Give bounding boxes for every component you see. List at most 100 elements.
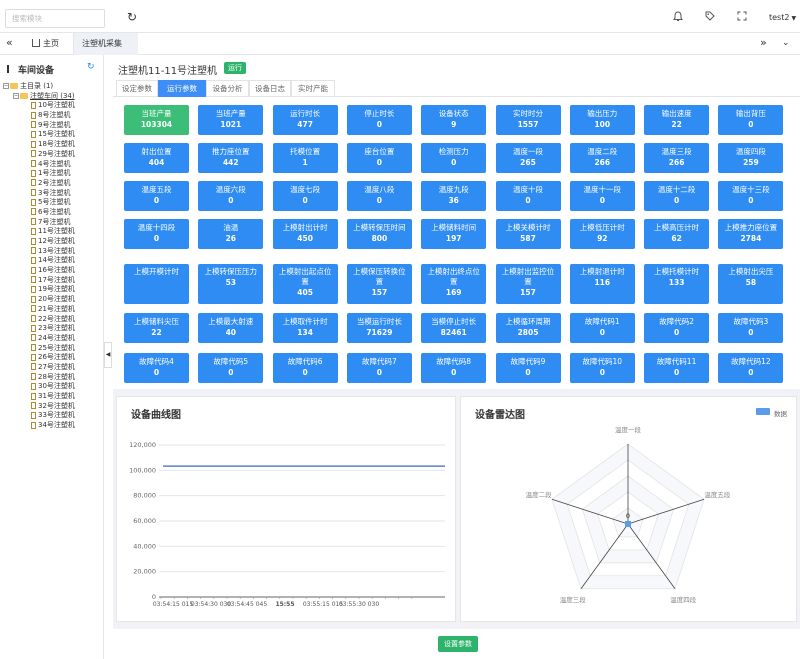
line-chart[interactable]: 0 20,000 40,000 60,000 80,000 100,000 120,000 0… [117, 397, 457, 623]
param-card[interactable]: 故障代码2 0 [644, 313, 710, 343]
tree-item-machine[interactable]: 34号注塑机 [3, 421, 103, 431]
param-card[interactable]: 故障代码12 0 [718, 353, 784, 383]
param-card[interactable]: 上模射出终点位置 169 [421, 264, 487, 304]
tree-item-machine[interactable]: 30号注塑机 [3, 382, 103, 392]
param-card[interactable]: 温度八段 0 [346, 181, 412, 211]
tree-item-machine[interactable]: 1号注塑机 [3, 169, 103, 179]
param-card[interactable]: 温度六段 0 [198, 181, 264, 211]
tree-item-machine[interactable]: 25号注塑机 [3, 344, 103, 354]
set-params-button[interactable]: 设置参数 [438, 636, 478, 652]
tree-item-machine[interactable]: 26号注塑机 [3, 353, 103, 363]
tree-item-machine[interactable]: 24号注塑机 [3, 334, 103, 344]
param-card[interactable]: 温度一段 265 [495, 143, 561, 173]
param-card[interactable]: 上模托模计时 133 [644, 264, 710, 304]
collapse-panel-handle[interactable]: ◀ [104, 342, 112, 368]
subtab-1[interactable]: 运行参数 [158, 80, 206, 97]
param-card[interactable]: 故障代码9 0 [495, 353, 561, 383]
param-card[interactable]: 当班产量 103304 [124, 105, 189, 135]
tree-item-machine[interactable]: 23号注塑机 [3, 324, 103, 334]
param-card[interactable]: 温度三段 266 [644, 143, 710, 173]
param-card[interactable]: 当班产量 1021 [198, 105, 264, 135]
tab-home[interactable]: 主页 [24, 33, 74, 55]
tree-item-machine[interactable]: 32号注塑机 [3, 402, 103, 412]
refresh-icon[interactable]: ↻ [87, 62, 95, 72]
param-card[interactable]: 温度四段 259 [718, 143, 784, 173]
param-card[interactable]: 运行时长 477 [272, 105, 338, 135]
refresh-icon[interactable]: ↻ [127, 10, 137, 24]
param-card[interactable]: 上模储料时间 197 [421, 219, 487, 249]
tree-item-machine[interactable]: 17号注塑机 [3, 276, 103, 286]
tree-item-machine[interactable]: 13号注塑机 [3, 247, 103, 257]
param-card[interactable]: 上模保压转换位置 157 [346, 264, 412, 304]
param-card[interactable]: 输出背压 0 [718, 105, 784, 135]
param-card[interactable]: 上模推力座位置 2784 [718, 219, 784, 249]
tag-icon[interactable] [705, 11, 715, 24]
param-card[interactable]: 故障代码3 0 [718, 313, 784, 343]
subtab-0[interactable]: 设定参数 [116, 80, 158, 97]
tree-item-machine[interactable]: 33号注塑机 [3, 411, 103, 421]
param-card[interactable]: 输出速度 22 [644, 105, 710, 135]
collapse-toggle-icon[interactable]: − [13, 92, 19, 99]
tree-root[interactable]: − 主目录 (1) [3, 82, 103, 92]
param-card[interactable]: 推力座位置 442 [198, 143, 264, 173]
param-card[interactable]: 托模位置 1 [272, 143, 338, 173]
bell-icon[interactable] [673, 11, 683, 25]
radar-chart[interactable]: 温度一段温度五段温度四段 温度三段 温度二段 0 [461, 397, 798, 623]
tab-injection-collect[interactable]: 注塑机采集✕ [74, 33, 138, 70]
param-card[interactable]: 上模射出监控位置 157 [495, 264, 561, 304]
param-card[interactable]: 上模开模计时 [124, 264, 189, 304]
param-card[interactable]: 故障代码4 0 [124, 353, 189, 383]
subtab-3[interactable]: 设备日志 [249, 80, 291, 97]
param-card[interactable]: 温度十段 0 [495, 181, 561, 211]
param-card[interactable]: 上模射出尖压 58 [718, 264, 784, 304]
tree-item-machine[interactable]: 7号注塑机 [3, 218, 103, 228]
param-card[interactable]: 上模转保压时间 800 [346, 219, 412, 249]
param-card[interactable]: 故障代码8 0 [421, 353, 487, 383]
user-menu[interactable]: test2 ▼ [769, 13, 796, 22]
param-card[interactable]: 温度七段 0 [272, 181, 338, 211]
tree-item-machine[interactable]: 15号注塑机 [3, 130, 103, 140]
param-card[interactable]: 温度十二段 0 [644, 181, 710, 211]
tree-item-machine[interactable]: 2号注塑机 [3, 179, 103, 189]
tree-item-machine[interactable]: 19号注塑机 [3, 285, 103, 295]
param-card[interactable]: 上模最大射速 40 [198, 313, 264, 343]
subtab-2[interactable]: 设备分析 [206, 80, 249, 97]
tree-item-machine[interactable]: 29号注塑机 [3, 150, 103, 160]
param-card[interactable]: 检测压力 0 [421, 143, 487, 173]
param-card[interactable]: 上模循环周期 2805 [495, 313, 561, 343]
tree-item-machine[interactable]: 4号注塑机 [3, 160, 103, 170]
param-card[interactable]: 故障代码6 0 [272, 353, 338, 383]
fullscreen-icon[interactable] [737, 11, 747, 24]
tree-item-machine[interactable]: 16号注塑机 [3, 266, 103, 276]
param-card[interactable]: 输出压力 100 [569, 105, 635, 135]
param-card[interactable]: 上模取件计时 134 [272, 313, 338, 343]
param-card[interactable]: 停止时长 0 [346, 105, 412, 135]
param-card[interactable]: 设备状态 9 [421, 105, 487, 135]
param-card[interactable]: 温度二段 266 [569, 143, 635, 173]
scroll-right-icon[interactable]: » [760, 36, 767, 49]
param-card[interactable]: 上模转保压压力 53 [198, 264, 264, 304]
param-card[interactable]: 温度十四段 0 [124, 219, 189, 249]
tree-item-machine[interactable]: 21号注塑机 [3, 305, 103, 315]
param-card[interactable]: 油温 26 [198, 219, 264, 249]
param-card[interactable]: 故障代码10 0 [569, 353, 635, 383]
tree-item-machine[interactable]: 31号注塑机 [3, 392, 103, 402]
tree-item-machine[interactable]: 10号注塑机 [3, 101, 103, 111]
radar-point[interactable] [625, 521, 631, 527]
param-card[interactable]: 上模射退计时 116 [569, 264, 635, 304]
collapse-toggle-icon[interactable]: − [3, 83, 9, 89]
tree-item-machine[interactable]: 20号注塑机 [3, 295, 103, 305]
param-card[interactable]: 上模射出计时 450 [272, 219, 338, 249]
tree-item-machine[interactable]: 6号注塑机 [3, 208, 103, 218]
param-card[interactable]: 上模关模计时 587 [495, 219, 561, 249]
param-card[interactable]: 当模停止时长 82461 [421, 313, 487, 343]
tree-item-machine[interactable]: 5号注塑机 [3, 198, 103, 208]
tree-item-machine[interactable]: 12号注塑机 [3, 237, 103, 247]
param-card[interactable]: 温度九段 36 [421, 181, 487, 211]
tree-item-machine[interactable]: 18号注塑机 [3, 140, 103, 150]
tree-item-machine[interactable]: 8号注塑机 [3, 111, 103, 121]
tree-item-machine[interactable]: 14号注塑机 [3, 256, 103, 266]
param-card[interactable]: 故障代码1 0 [569, 313, 635, 343]
search-input[interactable]: 搜索模块 [5, 9, 105, 28]
param-card[interactable]: 故障代码11 0 [644, 353, 710, 383]
